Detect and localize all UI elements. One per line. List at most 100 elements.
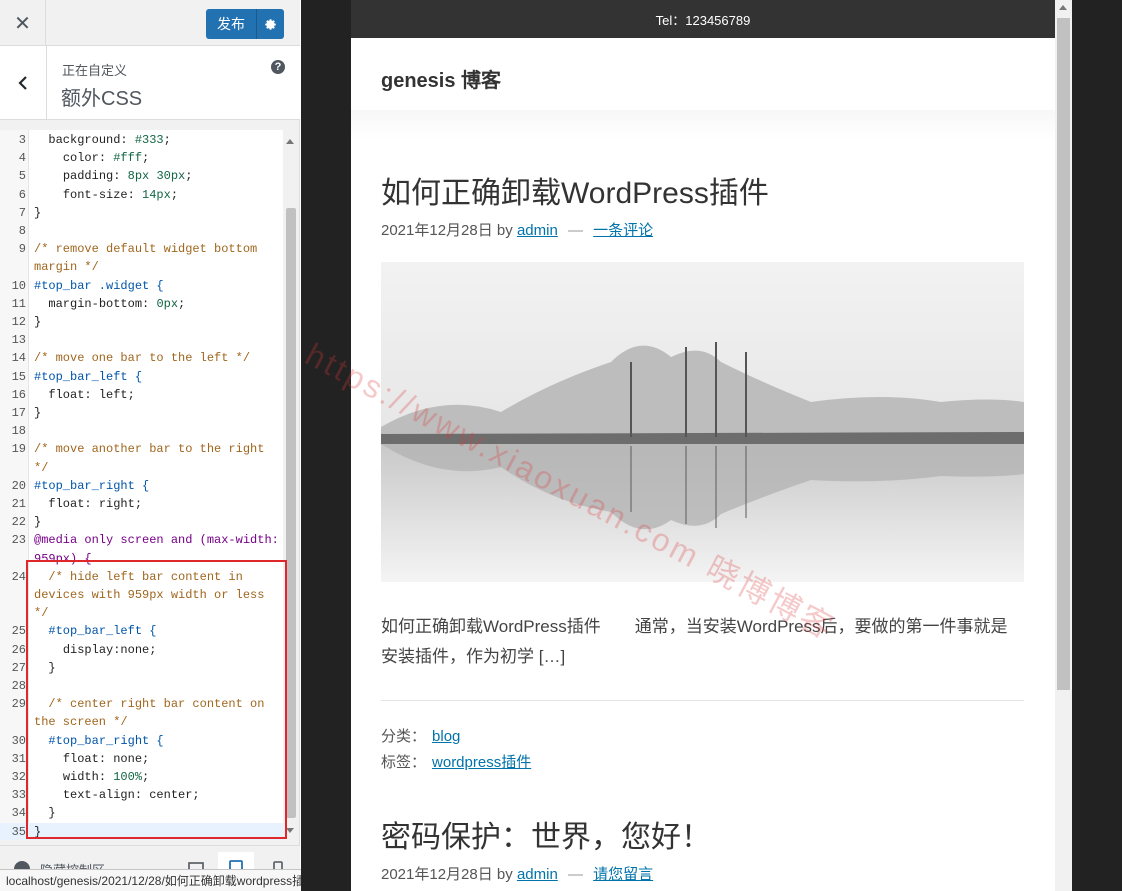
- line-number: 3: [18, 133, 26, 147]
- top-bar: Tel：123456789: [351, 0, 1055, 38]
- line-number: 32: [11, 770, 26, 784]
- code-line[interactable]: 5 padding: 8px 30px;: [0, 167, 283, 185]
- meta-separator: —: [567, 222, 583, 239]
- code-line[interactable]: 30 #top_bar_right {: [0, 732, 283, 750]
- line-number: 14: [11, 351, 26, 366]
- post2-meta: 2021年12月28日 by admin — 请您留言: [381, 863, 653, 884]
- line-number: 29: [11, 697, 26, 712]
- line-number: 12: [11, 315, 26, 329]
- code-text: /* hide left bar content in devices with…: [34, 569, 272, 621]
- code-text: float: right;: [34, 497, 143, 511]
- line-number: 9: [18, 242, 26, 257]
- line-number: 23: [11, 533, 26, 548]
- post2-author-link[interactable]: admin: [517, 866, 558, 883]
- code-text: float: none;: [34, 751, 150, 766]
- code-text: /* move one bar to the left */: [34, 351, 251, 366]
- scroll-up-icon[interactable]: [286, 139, 294, 144]
- customizing-label: 正在自定义: [62, 63, 128, 78]
- code-line[interactable]: 33 text-align: center;: [0, 786, 283, 804]
- code-line[interactable]: 3 background: #333;: [0, 131, 283, 149]
- tag-link[interactable]: wordpress插件: [432, 754, 531, 771]
- category-link[interactable]: blog: [432, 728, 460, 745]
- line-number: 25: [11, 624, 26, 639]
- editor-scroll-thumb[interactable]: [286, 208, 296, 818]
- customizer-panel: ✕ 发布 正在自定义 额外CSS ? 3 background: #333; 4 …: [0, 0, 300, 891]
- code-text: #top_bar_right {: [34, 733, 164, 748]
- code-line[interactable]: 19 /* move another bar to the right */: [0, 440, 283, 476]
- code-line[interactable]: 26 display:none;: [0, 641, 283, 659]
- code-line[interactable]: 10 #top_bar .widget {: [0, 277, 283, 295]
- line-number: 17: [11, 406, 26, 420]
- line-number: 6: [18, 187, 26, 202]
- code-line[interactable]: 29 /* center right bar content on the sc…: [0, 695, 283, 731]
- scroll-up-icon[interactable]: [1059, 5, 1067, 10]
- line-number: 8: [18, 224, 26, 238]
- post1-comments-link[interactable]: 一条评论: [593, 222, 653, 239]
- post2-comments-link[interactable]: 请您留言: [593, 866, 653, 883]
- code-line[interactable]: 31 float: none;: [0, 750, 283, 768]
- scroll-down-icon[interactable]: [286, 828, 294, 833]
- post2-by: by: [496, 866, 513, 883]
- post2-title[interactable]: 密码保护：世界，您好！: [381, 812, 711, 856]
- code-text: padding: 8px 30px;: [34, 169, 193, 184]
- code-line[interactable]: 7}: [0, 204, 283, 222]
- code-line[interactable]: 16 float: left;: [0, 386, 283, 404]
- site-preview[interactable]: Tel：123456789 genesis 博客 如何正确卸载WordPress…: [351, 0, 1055, 891]
- post1-by: by: [496, 222, 513, 239]
- code-text: }: [34, 806, 56, 821]
- code-line[interactable]: 12}: [0, 313, 283, 331]
- code-line[interactable]: 6 font-size: 14px;: [0, 186, 283, 204]
- code-line[interactable]: 22}: [0, 513, 283, 531]
- code-text: background: #333;: [34, 133, 171, 147]
- code-text: /* center right bar content on the scree…: [34, 697, 272, 730]
- code-text: }: [34, 205, 42, 220]
- code-text: #top_bar_left {: [34, 369, 143, 384]
- post2-date: 2021年12月28日: [381, 866, 493, 883]
- line-number: 19: [11, 442, 26, 457]
- code-line[interactable]: 9 /* remove default widget bottom margin …: [0, 240, 283, 276]
- code-line[interactable]: 34 }: [0, 804, 283, 822]
- code-text: /* remove default widget bottom margin *…: [34, 242, 265, 275]
- help-icon[interactable]: ?: [271, 60, 285, 74]
- code-line[interactable]: 24 /* hide left bar content in devices w…: [0, 568, 283, 623]
- code-line[interactable]: 18: [0, 422, 283, 440]
- publish-settings-button[interactable]: [256, 9, 284, 39]
- line-number: 18: [11, 424, 26, 439]
- code-line[interactable]: 17}: [0, 404, 283, 422]
- line-number: 20: [11, 478, 26, 493]
- top-bar-text: Tel：123456789: [655, 12, 751, 28]
- code-text: color: #fff;: [34, 151, 150, 166]
- code-line[interactable]: 15 #top_bar_left {: [0, 368, 283, 386]
- css-code-editor[interactable]: 3 background: #333; 4 color: #fff; 5 paddi…: [0, 130, 297, 840]
- code-line[interactable]: 13: [0, 331, 283, 349]
- site-header: genesis 博客: [351, 38, 1055, 110]
- code-text: font-size: 14px;: [34, 187, 179, 202]
- line-number: 27: [11, 660, 26, 675]
- preview-scroll-thumb[interactable]: [1057, 18, 1070, 690]
- code-line[interactable]: 11 margin-bottom: 0px;: [0, 295, 283, 313]
- code-line[interactable]: 27 }: [0, 659, 283, 677]
- code-line[interactable]: 8: [0, 222, 283, 240]
- code-line[interactable]: 35}: [0, 822, 283, 840]
- line-number: 24: [11, 569, 26, 584]
- code-line[interactable]: 25 #top_bar_left {: [0, 622, 283, 640]
- code-line[interactable]: 21 float: right;: [0, 495, 283, 513]
- post1-author-link[interactable]: admin: [517, 222, 558, 239]
- code-line[interactable]: 23 @media only screen and (max-width: 959…: [0, 531, 283, 567]
- close-button[interactable]: ✕: [0, 0, 46, 46]
- line-number: 22: [11, 515, 26, 530]
- code-line[interactable]: 14 /* move one bar to the left */: [0, 349, 283, 367]
- code-line[interactable]: 4 color: #fff;: [0, 149, 283, 167]
- publish-button[interactable]: 发布: [206, 9, 256, 39]
- code-line[interactable]: 32 width: 100%;: [0, 768, 283, 786]
- code-text: }: [34, 824, 42, 839]
- line-number: 31: [11, 751, 26, 766]
- post1-title[interactable]: 如何正确卸载WordPress插件: [381, 168, 769, 212]
- code-line[interactable]: 20 #top_bar_right {: [0, 477, 283, 495]
- section-name: 额外CSS: [61, 88, 143, 110]
- post1-featured-image[interactable]: [381, 262, 1024, 582]
- back-button[interactable]: [0, 46, 47, 120]
- site-title[interactable]: genesis 博客: [381, 64, 501, 93]
- code-text: }: [34, 515, 42, 530]
- code-line[interactable]: 28: [0, 677, 283, 695]
